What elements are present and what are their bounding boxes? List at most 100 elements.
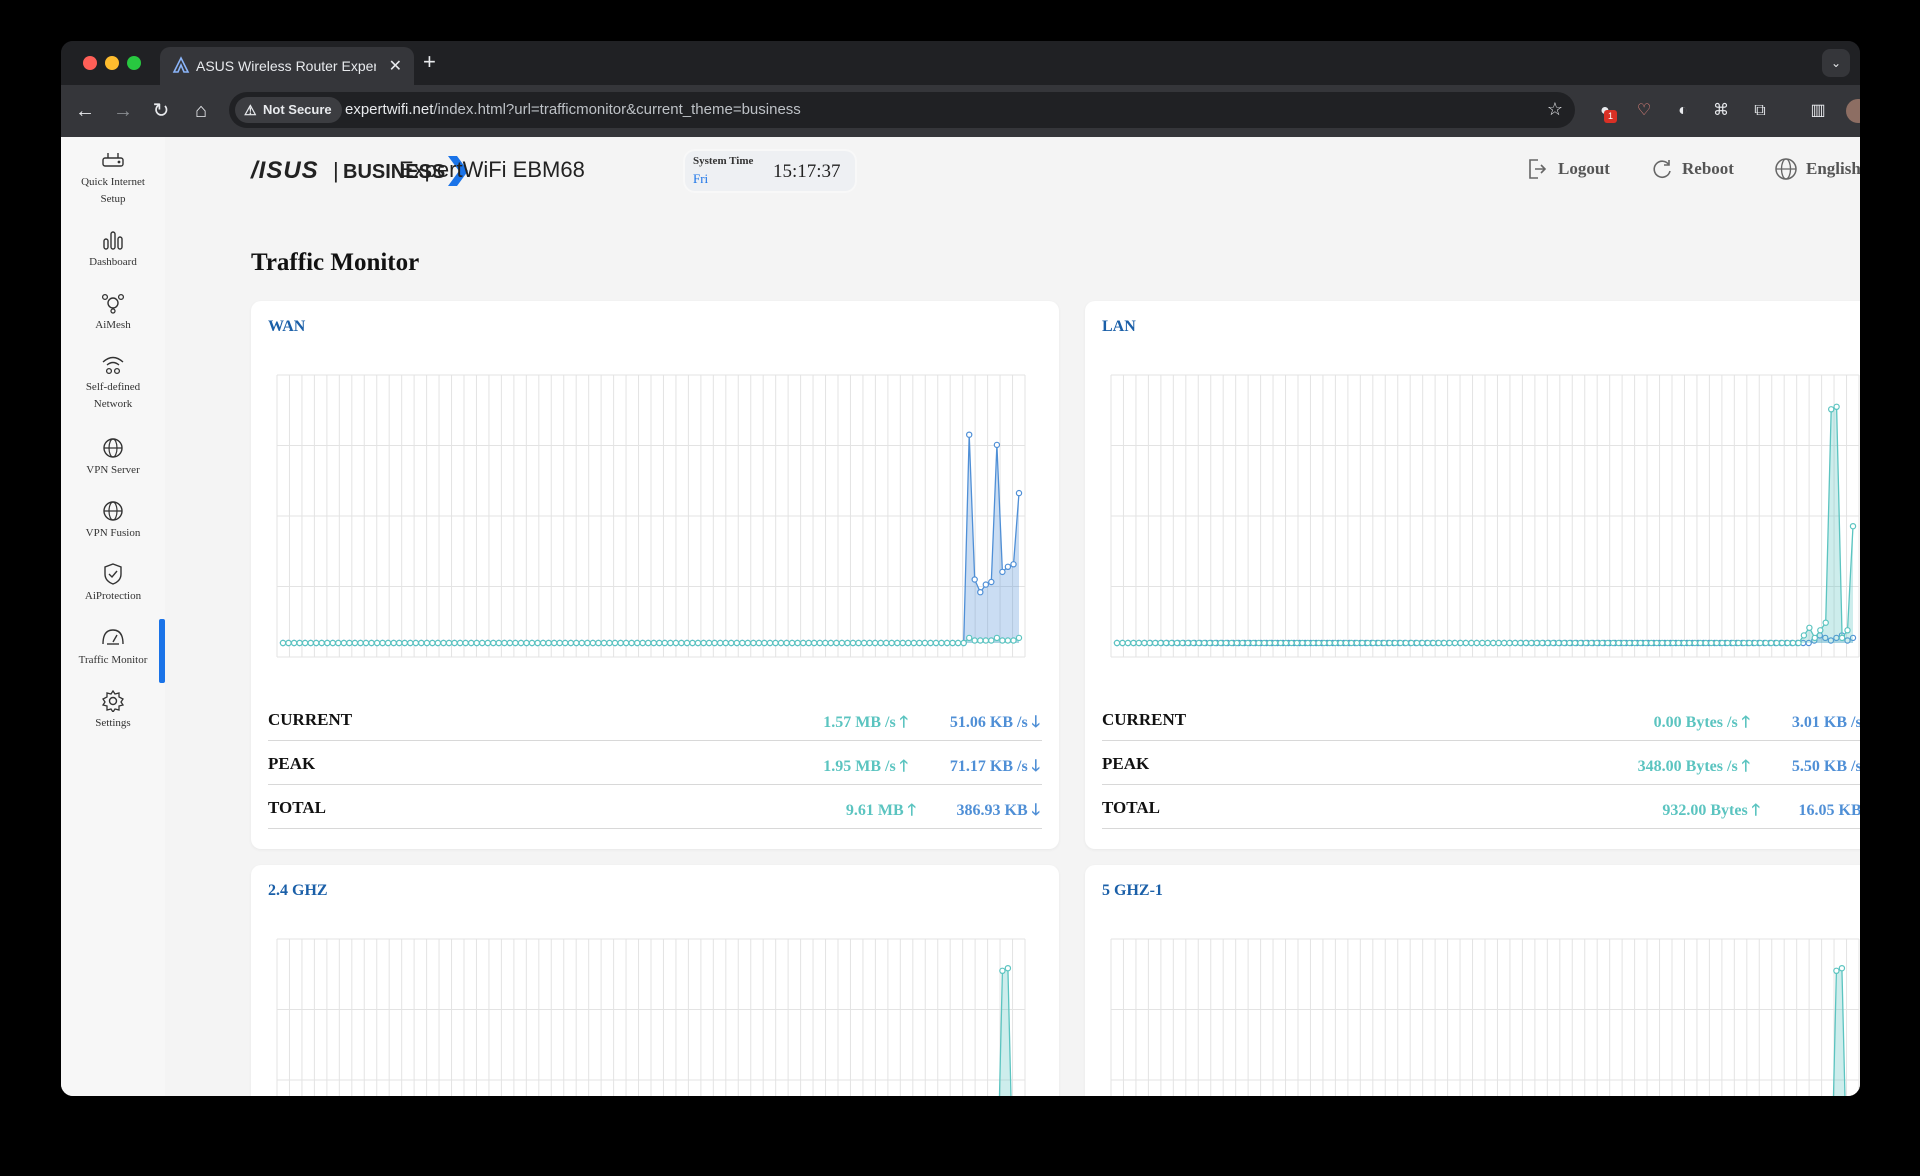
address-bar[interactable]: ⚠ Not Secure expertwifi.net/index.html?u…: [229, 92, 1575, 128]
tab-search-button[interactable]: ⌄: [1822, 49, 1850, 77]
extension-icon[interactable]: ●1: [1593, 99, 1617, 123]
data-point: [1577, 639, 1584, 647]
stat-row-current: CURRENT 1.57 MB /s 🡑 51.06 KB /s 🡓: [268, 697, 1042, 741]
data-point: [766, 639, 774, 647]
data-point: [445, 639, 453, 647]
data-point: [667, 639, 674, 647]
sidebar-item-traffic-monitor[interactable]: Traffic Monitor: [61, 627, 165, 669]
brand-separator: |: [333, 158, 339, 183]
data-point: [451, 639, 458, 647]
sidebar-item-vpn-fusion[interactable]: VPN Fusion: [61, 500, 165, 542]
side-panel-icon[interactable]: ▥: [1806, 99, 1830, 123]
new-tab-button[interactable]: +: [423, 49, 436, 75]
system-time-box: System Time Fri 15:17:37: [683, 149, 857, 193]
reboot-label: Reboot: [1682, 159, 1734, 178]
router-setup-icon: [102, 153, 124, 167]
data-point: [1838, 965, 1846, 972]
data-point: [395, 639, 403, 647]
tab-close-icon[interactable]: ✕: [389, 56, 402, 76]
sidebar-item-dashboard[interactable]: Dashboard: [61, 229, 165, 271]
home-icon[interactable]: ⌂: [189, 99, 213, 123]
sidebar-item-label: Traffic Monitor: [78, 654, 148, 666]
data-point: [755, 639, 763, 647]
data-point: [462, 639, 469, 647]
data-point: [1375, 639, 1382, 647]
back-arrow-icon[interactable]: ←: [73, 99, 97, 123]
data-point: [1119, 639, 1126, 647]
url-text[interactable]: expertwifi.net/index.html?url=trafficmon…: [345, 101, 801, 118]
data-point: [1549, 639, 1557, 647]
data-point: [434, 639, 442, 647]
data-point: [794, 639, 801, 647]
sidebar-item-aiprotection[interactable]: AiProtection: [61, 563, 165, 605]
maximize-window-button[interactable]: [127, 56, 141, 70]
data-point: [1539, 639, 1546, 647]
data-point: [1004, 965, 1012, 972]
data-point: [1533, 639, 1540, 647]
data-point: [1348, 639, 1355, 647]
pocket-icon[interactable]: ♡: [1632, 99, 1656, 123]
data-point: [1713, 639, 1720, 647]
data-point: [988, 578, 995, 586]
sidebar-item-aimesh[interactable]: AiMesh: [61, 292, 165, 334]
sidebar-item-settings[interactable]: Settings: [61, 690, 165, 732]
data-point: [595, 639, 602, 647]
page-title: Traffic Monitor: [251, 249, 420, 276]
data-point: [661, 639, 668, 647]
close-window-button[interactable]: [83, 56, 97, 70]
data-point: [1757, 639, 1764, 647]
data-point: [1582, 639, 1590, 647]
data-point: [672, 639, 680, 647]
data-point: [1391, 639, 1399, 647]
data-point: [490, 639, 497, 647]
data-point: [960, 639, 967, 647]
data-point: [1222, 639, 1230, 647]
data-point: [1217, 639, 1224, 647]
sidebar-item-label: Settings: [95, 717, 131, 729]
logout-label: Logout: [1558, 159, 1610, 178]
data-point: [1315, 639, 1322, 647]
card-title: 2.4 GHZ: [268, 882, 328, 899]
data-point: [949, 639, 956, 647]
extension-icon-2[interactable]: ◐: [1671, 99, 1695, 123]
sidebar-item-self-defined-network[interactable]: Self-defined Network: [61, 354, 165, 413]
data-point: [739, 639, 746, 647]
sidebar-item-quick-internet-setup[interactable]: Quick Internet Setup: [61, 149, 165, 208]
data-point: [1010, 637, 1017, 644]
sidebar: Quick Internet Setup Dashboard AiMesh Se…: [61, 137, 165, 1096]
data-point: [1342, 639, 1350, 647]
data-point: [307, 639, 314, 647]
data-point: [1631, 639, 1639, 647]
reload-icon[interactable]: ↻: [149, 99, 173, 123]
data-point: [1517, 639, 1524, 647]
bookmark-star-icon[interactable]: ☆: [1547, 99, 1563, 120]
data-point: [1604, 639, 1611, 647]
data-point: [777, 639, 785, 647]
data-point: [346, 639, 353, 647]
data-point: [1211, 639, 1219, 647]
data-point: [1446, 639, 1453, 647]
data-point: [1697, 639, 1704, 647]
data-point: [894, 639, 901, 647]
data-point: [1435, 639, 1442, 647]
data-point: [733, 639, 740, 647]
sidebar-item-vpn-server[interactable]: VPN Server: [61, 437, 165, 479]
security-chip[interactable]: ⚠ Not Secure: [235, 97, 342, 123]
data-point: [1386, 639, 1393, 647]
peak-download: 5.50 KB /s 🡓: [1791, 758, 1860, 775]
extensions-puzzle-icon[interactable]: ⧉: [1748, 99, 1772, 123]
profile-avatar[interactable]: [1846, 99, 1860, 123]
peak-download: 71.17 KB /s 🡓: [949, 758, 1040, 775]
tab-title: ASUS Wireless Router Exper: [196, 58, 376, 74]
extension-icon-3[interactable]: ⌘: [1709, 99, 1733, 123]
forward-arrow-icon[interactable]: →: [111, 99, 135, 123]
data-point: [556, 639, 563, 647]
data-point: [1260, 639, 1268, 647]
data-point: [473, 639, 480, 647]
minimize-window-button[interactable]: [105, 56, 119, 70]
globe-icon: [103, 438, 123, 458]
sidebar-item-label: AiMesh: [95, 319, 131, 331]
browser-tab[interactable]: ASUS Wireless Router Exper ✕: [160, 47, 414, 85]
data-point: [478, 639, 486, 647]
data-point: [966, 634, 973, 642]
